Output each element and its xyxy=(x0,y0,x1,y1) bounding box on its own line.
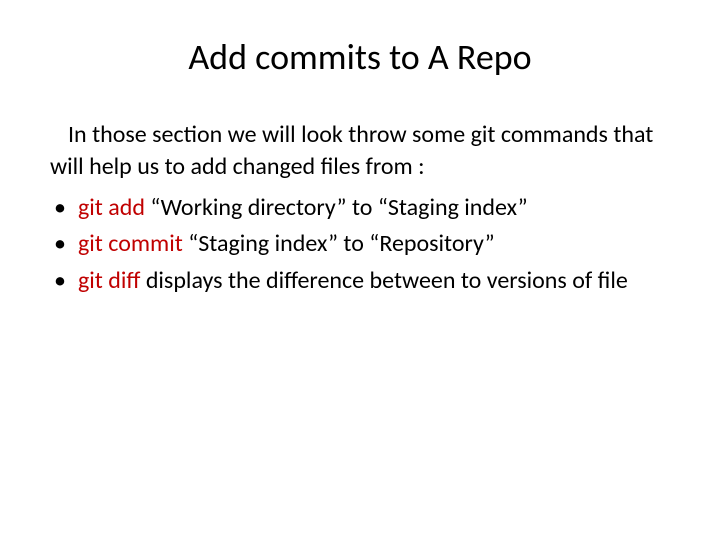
list-item: git diff displays the difference between… xyxy=(50,265,670,297)
command-description: “Staging index” to “Repository” xyxy=(183,229,495,258)
list-item: git commit “Staging index” to “Repositor… xyxy=(50,228,670,260)
intro-paragraph: In those section we will look throw some… xyxy=(50,119,670,184)
command-description: “Working directory” to “Staging index” xyxy=(145,193,528,222)
slide-title: Add commits to A Repo xyxy=(50,35,670,79)
command-list: git add “Working directory” to “Staging … xyxy=(50,192,670,297)
list-item: git add “Working directory” to “Staging … xyxy=(50,192,670,224)
git-command: git diff xyxy=(78,266,140,295)
git-command: git commit xyxy=(78,229,183,258)
git-command: git add xyxy=(78,193,145,222)
command-description: displays the difference between to versi… xyxy=(140,266,627,295)
